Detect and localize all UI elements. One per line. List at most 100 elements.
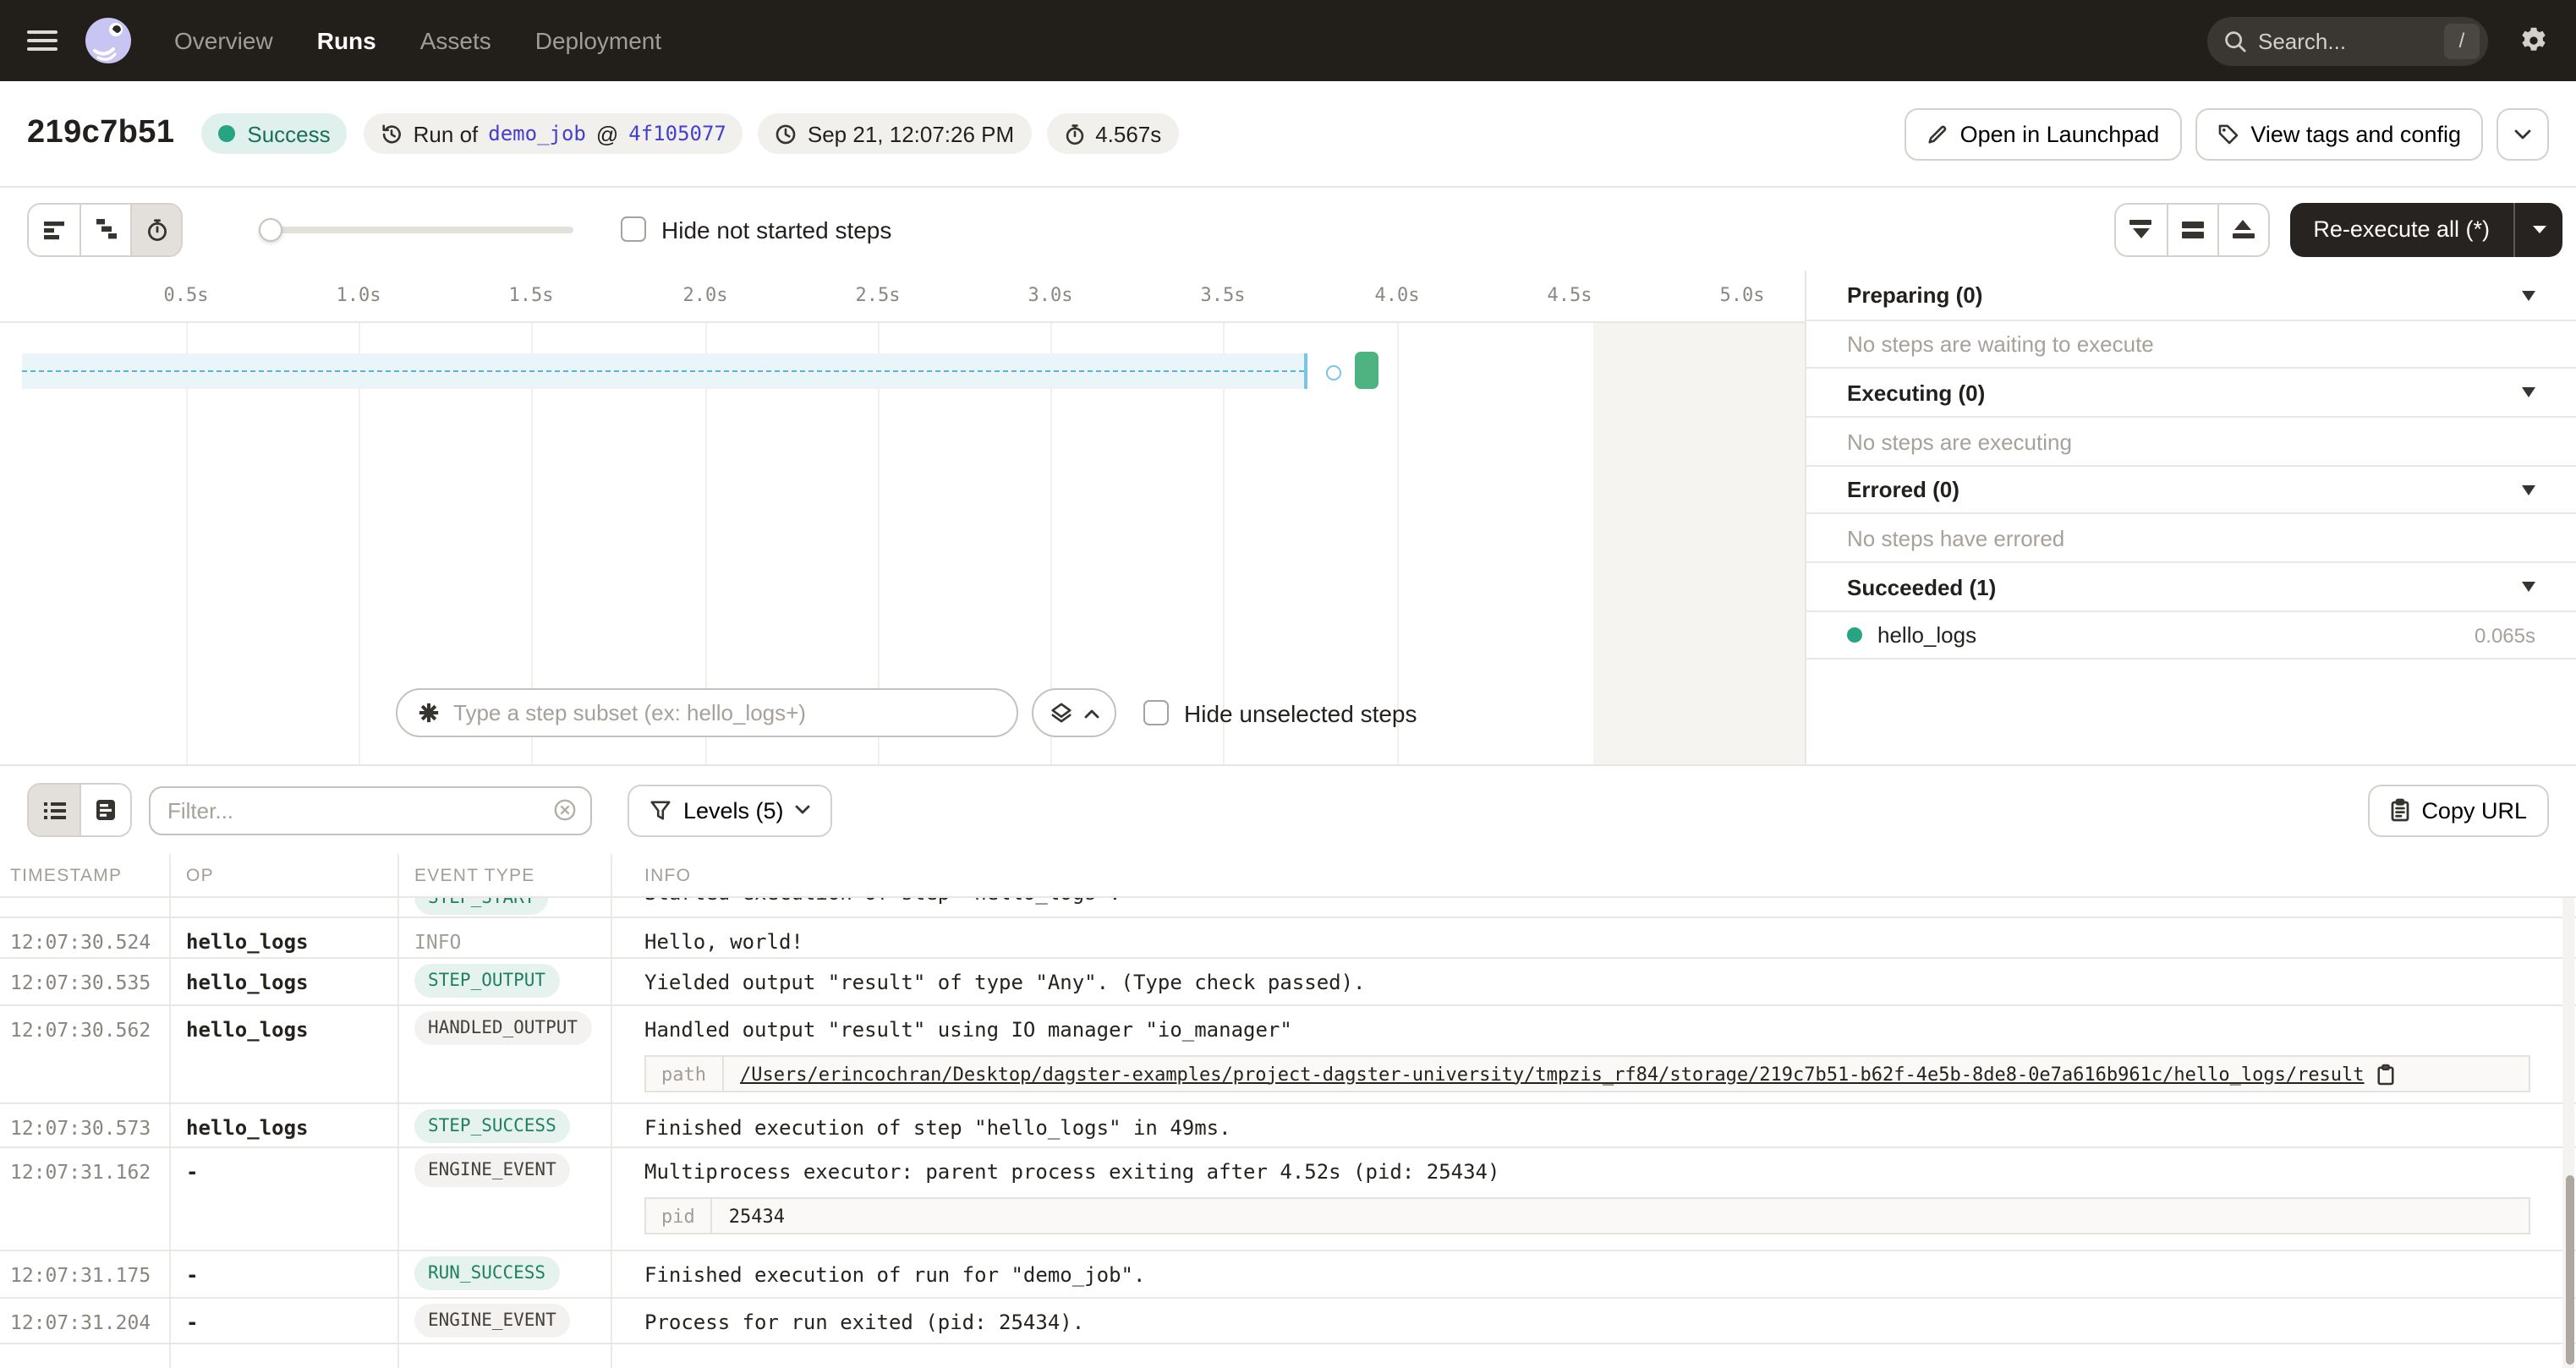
dock-top-button[interactable] bbox=[2217, 204, 2267, 254]
log-info-text: Finished execution of step "hello_logs" … bbox=[611, 1104, 2576, 1146]
step-subset-field[interactable] bbox=[396, 688, 1018, 737]
hide-not-started-checkbox-row[interactable]: Hide not started steps bbox=[621, 216, 891, 243]
slider-handle[interactable] bbox=[259, 217, 282, 241]
open-in-launchpad-button[interactable]: Open in Launchpad bbox=[1905, 107, 2182, 160]
gantt-mode-waterfall-button[interactable] bbox=[79, 204, 130, 254]
log-timestamp: 12:07:30.524 bbox=[0, 918, 169, 957]
log-info-text: Multiprocess executor: parent process ex… bbox=[644, 1160, 1499, 1184]
metadata-path-link[interactable]: /Users/erincochran/Desktop/dagster-examp… bbox=[740, 1063, 2365, 1085]
axis-tick: 3.0s bbox=[1028, 284, 1073, 306]
run-timestamp: Sep 21, 12:07:26 PM bbox=[808, 121, 1014, 146]
section-preparing[interactable]: Preparing (0) bbox=[1806, 271, 2576, 321]
log-op[interactable]: hello_logs bbox=[169, 959, 397, 1004]
section-errored[interactable]: Errored (0) bbox=[1806, 467, 2576, 514]
log-scrollbar-thumb[interactable] bbox=[2566, 1175, 2574, 1365]
event-badge: STEP_START bbox=[414, 898, 548, 915]
split-view-icon bbox=[2181, 221, 2203, 238]
split-view-button[interactable] bbox=[2166, 204, 2217, 254]
section-executing[interactable]: Executing (0) bbox=[1806, 369, 2576, 418]
dock-bottom-button[interactable] bbox=[2115, 204, 2166, 254]
log-op[interactable]: hello_logs bbox=[169, 918, 397, 957]
step-bar-hello-logs[interactable] bbox=[1355, 352, 1378, 389]
structured-view-icon bbox=[95, 798, 117, 822]
log-filter-field[interactable] bbox=[149, 785, 592, 834]
axis-tick: 2.0s bbox=[683, 284, 728, 306]
log-timestamp: 12:07:30.535 bbox=[0, 959, 169, 1004]
log-op[interactable]: hello_logs bbox=[169, 1104, 397, 1146]
event-badge: ENGINE_EVENT bbox=[414, 1153, 570, 1187]
section-executing-title: Executing (0) bbox=[1847, 380, 1985, 405]
gantt-time-axis: 0.5s 1.0s 1.5s 2.0s 2.5s 3.0s 3.5s 4.0s … bbox=[0, 271, 1805, 321]
pencil-icon bbox=[1927, 123, 1948, 145]
gantt-mode-timed-button[interactable] bbox=[130, 204, 181, 254]
log-filter-input[interactable] bbox=[167, 797, 553, 823]
metadata-label: path bbox=[646, 1057, 723, 1091]
list-view-icon bbox=[41, 799, 67, 821]
op-selector-icon bbox=[418, 702, 440, 724]
hide-unselected-checkbox-row[interactable]: Hide unselected steps bbox=[1143, 699, 1417, 726]
dagster-logo[interactable] bbox=[83, 15, 134, 66]
hide-unselected-label: Hide unselected steps bbox=[1184, 699, 1417, 726]
nav-item-overview[interactable]: Overview bbox=[174, 27, 273, 54]
hide-not-started-checkbox[interactable] bbox=[621, 216, 646, 242]
status-label: Success bbox=[247, 121, 330, 146]
succeeded-step-duration: 0.065s bbox=[2475, 623, 2535, 647]
log-info-text: Started execution of step "hello_logs". bbox=[644, 898, 1121, 905]
step-subset-row: Hide unselected steps bbox=[396, 688, 1417, 737]
step-waiting-band[interactable] bbox=[22, 353, 1307, 389]
clear-filter-icon[interactable] bbox=[553, 798, 577, 822]
section-succeeded[interactable]: Succeeded (1) bbox=[1806, 563, 2576, 612]
log-view-structured-button[interactable] bbox=[79, 785, 130, 835]
search-input[interactable] bbox=[2258, 28, 2444, 53]
log-row: 12:07:30.535 hello_logs STEP_OUTPUT Yiel… bbox=[0, 959, 2576, 1006]
nav-item-deployment[interactable]: Deployment bbox=[535, 27, 661, 54]
levels-filter-button[interactable]: Levels (5) bbox=[628, 784, 833, 836]
reexecute-all-button[interactable]: Re-execute all (*) bbox=[2289, 202, 2562, 256]
log-view-unstructured-button[interactable] bbox=[29, 785, 79, 835]
hide-not-started-label: Hide not started steps bbox=[661, 216, 891, 243]
nav-item-runs[interactable]: Runs bbox=[317, 27, 376, 54]
flat-view-icon bbox=[42, 219, 66, 239]
log-row-clipped: STEP_START Started execution of step "he… bbox=[0, 898, 2576, 918]
hide-unselected-checkbox[interactable] bbox=[1143, 700, 1169, 725]
axis-tick: 5.0s bbox=[1720, 284, 1765, 306]
metadata-entry: path /Users/erincochran/Desktop/dagster-… bbox=[644, 1055, 2530, 1092]
chevron-down-icon bbox=[2513, 128, 2532, 140]
step-subset-input[interactable] bbox=[453, 700, 996, 725]
global-search[interactable]: / bbox=[2207, 16, 2488, 65]
gantt-zoom-slider[interactable] bbox=[260, 226, 573, 233]
copy-path-icon[interactable] bbox=[2376, 1063, 2395, 1085]
gridline bbox=[186, 323, 188, 764]
view-tags-config-label: View tags and config bbox=[2250, 121, 2461, 146]
gantt-mode-flat-button[interactable] bbox=[29, 204, 79, 254]
hamburger-menu-icon[interactable] bbox=[27, 30, 58, 52]
run-header-actions: Open in Launchpad View tags and config bbox=[1905, 107, 2549, 160]
column-header-event-type: EVENT TYPE bbox=[397, 865, 611, 885]
log-op[interactable]: - bbox=[169, 1148, 397, 1250]
succeeded-step-row[interactable]: hello_logs 0.065s bbox=[1806, 612, 2576, 659]
log-info-text: Hello, world! bbox=[611, 918, 2576, 957]
stopwatch-mode-icon bbox=[145, 217, 168, 241]
at-symbol: @ bbox=[596, 121, 618, 146]
log-op[interactable]: hello_logs bbox=[169, 1006, 397, 1103]
clipboard-icon bbox=[2389, 798, 2409, 822]
reexecute-options-caret[interactable] bbox=[2515, 224, 2562, 234]
view-tags-config-button[interactable]: View tags and config bbox=[2195, 107, 2483, 160]
event-log-table: TIMESTAMP OP EVENT TYPE INFO STEP_START … bbox=[0, 854, 2576, 1368]
caret-down-icon bbox=[2522, 290, 2535, 300]
log-op[interactable]: - bbox=[169, 1251, 397, 1297]
waterfall-view-icon bbox=[94, 218, 118, 240]
code-version-link[interactable]: 4f105077 bbox=[628, 122, 726, 145]
log-timestamp: 12:07:30.562 bbox=[0, 1006, 169, 1103]
step-start-marker[interactable] bbox=[1326, 365, 1341, 380]
job-link[interactable]: demo_job bbox=[488, 122, 586, 145]
event-badge: RUN_SUCCESS bbox=[414, 1256, 559, 1290]
section-errored-title: Errored (0) bbox=[1847, 477, 1959, 502]
event-badge: ENGINE_EVENT bbox=[414, 1304, 570, 1338]
nav-item-assets[interactable]: Assets bbox=[420, 27, 491, 54]
graph-query-toggle-button[interactable] bbox=[1032, 688, 1116, 737]
run-header-more-button[interactable] bbox=[2497, 107, 2549, 160]
copy-url-button[interactable]: Copy URL bbox=[2367, 784, 2549, 836]
settings-gear-icon[interactable] bbox=[2518, 25, 2549, 56]
log-op[interactable]: - bbox=[169, 1299, 397, 1343]
